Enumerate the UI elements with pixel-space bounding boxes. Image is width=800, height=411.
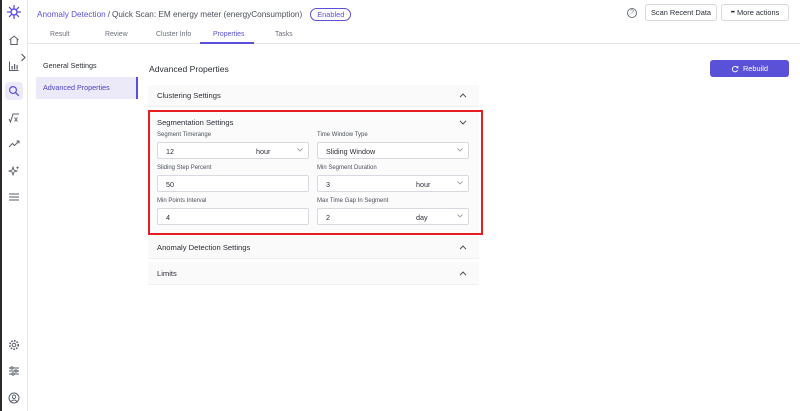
tab-review[interactable]: Review [105, 31, 128, 38]
settings-nav-advanced[interactable]: Advanced Properties [36, 77, 138, 99]
status-badge: Enabled [310, 7, 352, 21]
search-icon[interactable] [5, 82, 23, 100]
more-actions-label: More actions [737, 8, 780, 17]
chevron-up-icon[interactable] [459, 93, 467, 98]
window-edge [0, 0, 2, 411]
min-segment-duration-field[interactable]: 3 hour [317, 175, 469, 192]
sparkle-icon[interactable] [5, 162, 23, 180]
min-segment-duration-unit: hour [416, 180, 431, 189]
min-segment-duration-label: Min Segment Duration [317, 165, 377, 171]
app-logo-icon[interactable] [6, 4, 22, 20]
user-icon[interactable] [5, 389, 23, 407]
scan-recent-data-button[interactable]: Scan Recent Data [645, 4, 717, 21]
min-segment-duration-value: 3 [326, 180, 330, 189]
max-time-gap-label: Max Time Gap In Segment [317, 198, 389, 204]
time-window-type-label: Time Window Type [317, 132, 368, 138]
trend-icon[interactable] [5, 135, 23, 153]
chevron-down-icon [457, 214, 463, 218]
function-icon[interactable] [5, 109, 23, 127]
chevron-up-icon[interactable] [459, 271, 467, 276]
filters-icon[interactable] [5, 362, 23, 380]
max-time-gap-value: 2 [326, 213, 330, 222]
limits-section[interactable]: Limits [148, 262, 479, 285]
chevron-down-icon [297, 148, 303, 152]
sliding-step-percent-value: 50 [166, 180, 174, 189]
page-title: Quick Scan: EM energy meter (energyConsu… [112, 9, 303, 19]
segment-timerange-label: Segment Timerange [157, 132, 212, 138]
segment-timerange-field[interactable]: 12 hour [157, 142, 309, 159]
menu-icon[interactable] [5, 188, 23, 206]
chevron-up-icon[interactable] [459, 245, 467, 250]
rebuild-button[interactable]: Rebuild [710, 60, 789, 77]
help-icon[interactable]: ? [627, 8, 637, 18]
segment-timerange-value: 12 [166, 147, 174, 156]
breadcrumb-separator: / [107, 9, 110, 19]
min-points-interval-label: Min Points Interval [157, 198, 207, 204]
breadcrumb-anomaly-detection[interactable]: Anomaly Detection [37, 10, 106, 19]
sliding-step-percent-input[interactable]: 50 [157, 175, 309, 192]
more-actions-button[interactable]: ••• More actions [721, 4, 789, 21]
min-points-interval-input[interactable]: 4 [157, 208, 309, 225]
limits-title: Limits [157, 269, 177, 278]
breadcrumb: Anomaly Detection / Quick Scan: EM energ… [37, 7, 352, 21]
refresh-icon [731, 65, 739, 72]
chevron-down-icon [457, 181, 463, 185]
sliding-step-percent-label: Sliding Step Percent [157, 165, 212, 171]
segmentation-settings-title: Segmentation Settings [157, 118, 234, 127]
section-heading: Advanced Properties [149, 64, 229, 74]
min-points-interval-value: 4 [166, 213, 170, 222]
chevron-down-icon[interactable] [459, 120, 467, 125]
clustering-settings-section[interactable]: Clustering Settings [148, 85, 479, 107]
anomaly-detection-settings-title: Anomaly Detection Settings [157, 243, 251, 252]
tab-properties[interactable]: Properties [213, 31, 244, 38]
time-window-type-select[interactable]: Sliding Window [317, 142, 469, 159]
chevron-right-icon[interactable] [20, 49, 27, 67]
time-window-type-value: Sliding Window [326, 147, 376, 156]
more-actions-prefix-icon: ••• [730, 9, 735, 16]
segmentation-settings-section: Segmentation Settings Segment Timerange … [148, 110, 479, 234]
settings-nav-general[interactable]: General Settings [36, 55, 138, 77]
max-time-gap-field[interactable]: 2 day [317, 208, 469, 225]
active-tab-indicator [200, 42, 254, 44]
tab-result[interactable]: Result [50, 31, 70, 38]
anomaly-detection-settings-section[interactable]: Anomaly Detection Settings [148, 236, 479, 259]
settings-icon[interactable] [5, 336, 23, 354]
chevron-down-icon [457, 148, 463, 152]
rebuild-label: Rebuild [742, 64, 769, 73]
tab-bar: Result Review Cluster Info Properties Ta… [28, 28, 800, 44]
clustering-settings-title: Clustering Settings [157, 91, 221, 100]
segment-timerange-unit: hour [256, 147, 271, 156]
tab-tasks[interactable]: Tasks [275, 31, 293, 38]
tab-cluster-info[interactable]: Cluster Info [156, 31, 191, 38]
max-time-gap-unit: day [416, 213, 428, 222]
home-icon[interactable] [5, 31, 23, 49]
